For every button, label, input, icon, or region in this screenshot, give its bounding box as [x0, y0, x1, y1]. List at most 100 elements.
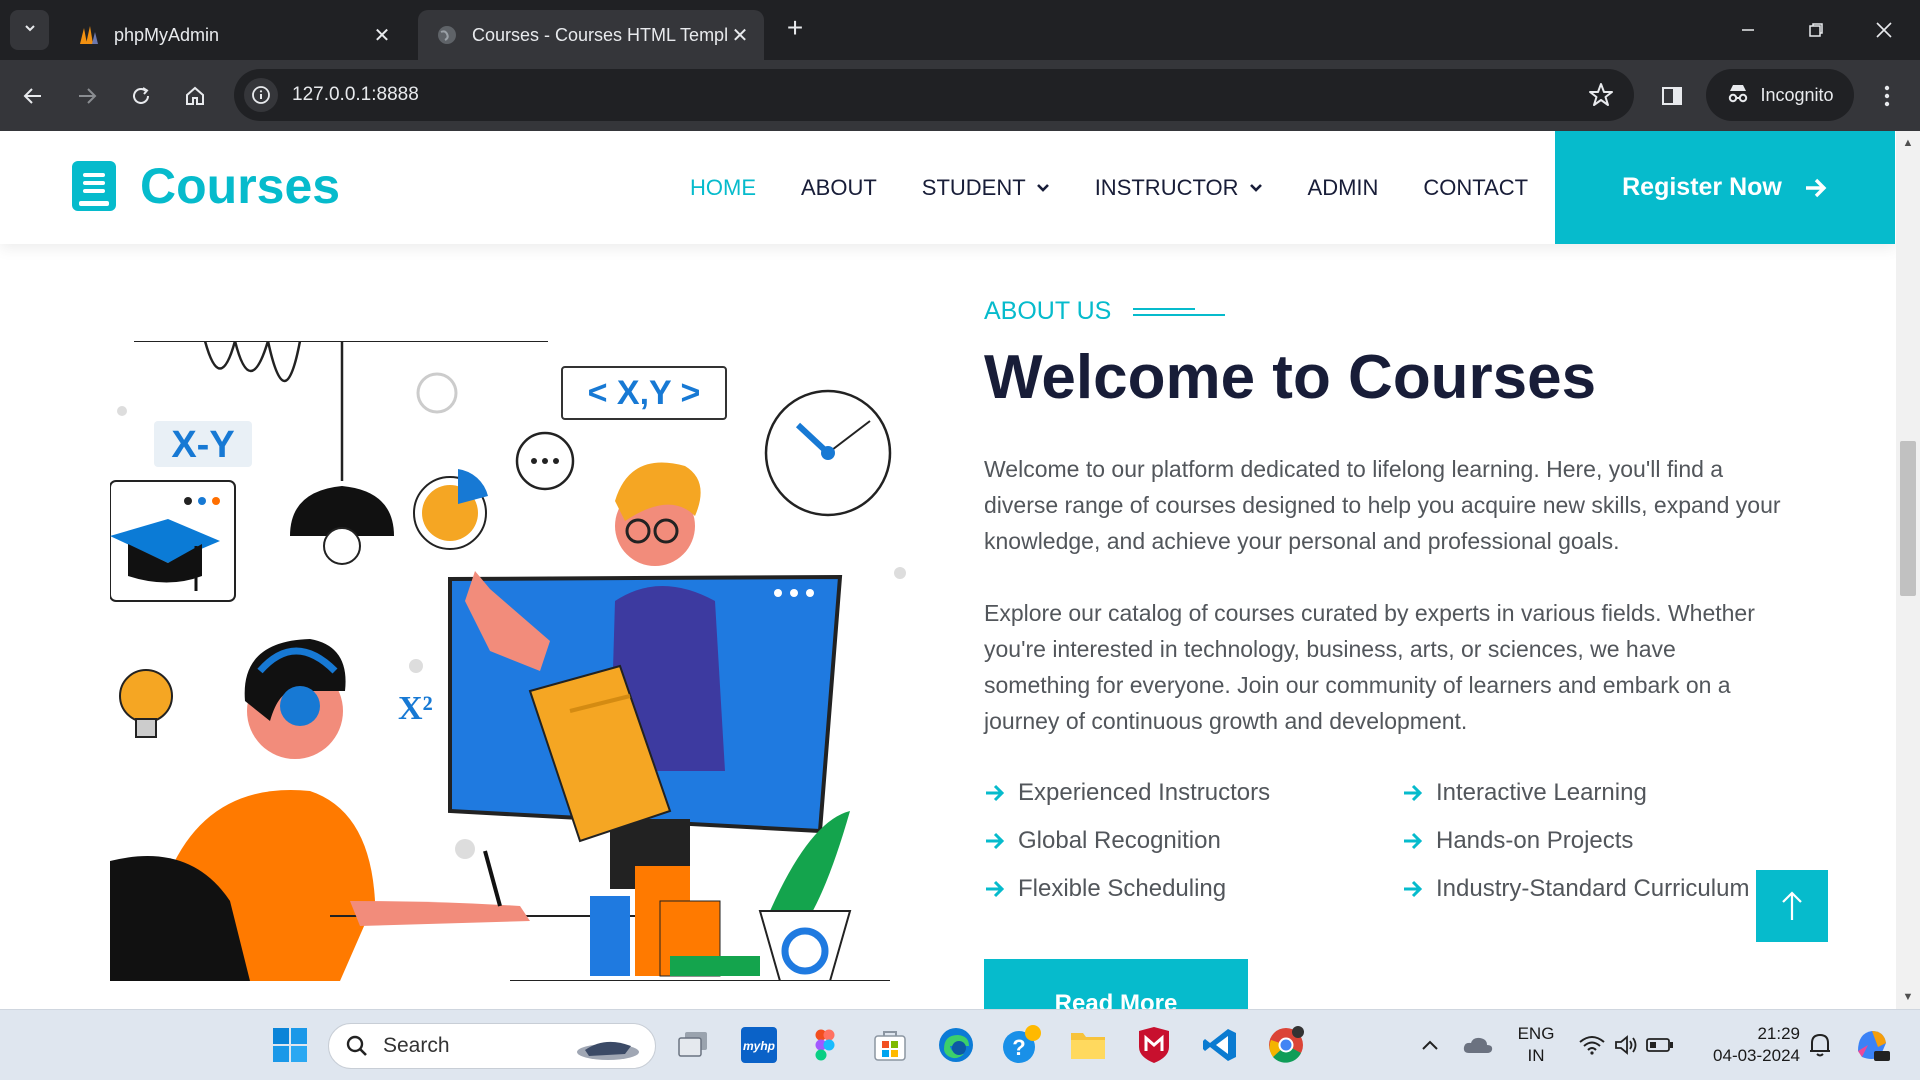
nav-student[interactable]: STUDENT	[922, 175, 1050, 201]
chevron-down-icon	[1036, 183, 1049, 192]
myhp-app-icon[interactable]: myhp	[739, 1025, 779, 1065]
page-scrollbar[interactable]: ▲ ▼	[1896, 131, 1920, 1009]
clock[interactable]: 21:29 04-03-2024	[1690, 1023, 1800, 1067]
search-icon	[346, 1035, 367, 1056]
tab-phpmyadmin[interactable]: phpMyAdmin ✕	[60, 10, 406, 60]
taskbar-search[interactable]: Search	[328, 1023, 656, 1069]
url-text[interactable]: 127.0.0.1:8888	[292, 84, 419, 106]
feature-item: Interactive Learning	[1402, 775, 1792, 811]
incognito-icon	[1726, 81, 1750, 110]
address-bar[interactable]: 127.0.0.1:8888	[234, 69, 1634, 121]
feature-label: Industry-Standard Curriculum	[1436, 875, 1750, 902]
about-eyebrow: ABOUT US	[984, 297, 1794, 326]
nav-admin-label: ADMIN	[1307, 174, 1379, 200]
feature-item: Industry-Standard Curriculum	[1402, 871, 1792, 907]
back-button[interactable]	[14, 77, 52, 115]
tab-search-button[interactable]	[10, 10, 49, 50]
notification-bell-icon[interactable]	[1800, 1025, 1840, 1065]
feature-list: Experienced Instructors Interactive Lear…	[984, 775, 1794, 907]
nav-admin[interactable]: ADMIN	[1308, 175, 1379, 201]
forward-arrow-icon	[79, 88, 97, 104]
arrow-right-icon	[984, 829, 1008, 853]
browser-menu-button[interactable]	[1868, 77, 1906, 115]
feature-label: Experienced Instructors	[1018, 779, 1271, 806]
feature-label: Flexible Scheduling	[1018, 875, 1227, 902]
scrollbar-thumb[interactable]	[1900, 441, 1916, 596]
nav-instructor-label: INSTRUCTOR	[1094, 174, 1239, 200]
nav-contact[interactable]: CONTACT	[1423, 175, 1528, 201]
about-paragraph-1: Welcome to our platform dedicated to lif…	[984, 456, 1781, 554]
close-window-button[interactable]	[1850, 0, 1918, 60]
reload-icon	[133, 87, 149, 104]
read-more-button[interactable]: Read More	[984, 959, 1248, 1009]
scroll-up-arrow-icon[interactable]: ▲	[1902, 137, 1914, 149]
copilot-icon[interactable]	[1852, 1025, 1892, 1065]
arrow-right-icon	[1402, 829, 1426, 853]
edge-browser-icon[interactable]	[936, 1025, 976, 1065]
search-highlight-icon	[577, 1041, 639, 1060]
back-to-top-button[interactable]	[1756, 870, 1828, 942]
chrome-icon[interactable]	[1266, 1025, 1306, 1065]
feature-label: Hands-on Projects	[1436, 827, 1634, 854]
incognito-indicator[interactable]: Incognito	[1706, 69, 1854, 121]
onedrive-cloud-icon[interactable]	[1458, 1025, 1498, 1065]
feature-label: Global Recognition	[1018, 827, 1221, 854]
tab-courses[interactable]: Courses - Courses HTML Templ ✕	[418, 10, 764, 60]
main-menu: HOME ABOUT STUDENT INSTRUCTOR ADMIN CONT…	[690, 131, 1573, 244]
new-tab-button[interactable]: +	[780, 14, 810, 44]
about-paragraph-2: Explore our catalog of courses curated b…	[984, 600, 1755, 734]
start-button[interactable]	[270, 1025, 310, 1065]
file-explorer-icon[interactable]	[1068, 1025, 1108, 1065]
task-view-icon[interactable]	[673, 1025, 713, 1065]
arrow-up-icon	[1782, 891, 1802, 920]
bookmark-star-icon[interactable]	[1588, 82, 1614, 113]
home-icon	[186, 86, 204, 105]
chevron-down-icon	[22, 20, 38, 41]
battery-icon[interactable]	[1640, 1025, 1680, 1065]
reload-button[interactable]	[122, 77, 160, 115]
tab-title: phpMyAdmin	[114, 24, 220, 45]
more-vertical-icon	[1884, 85, 1890, 107]
language-indicator[interactable]: ENG IN	[1508, 1023, 1564, 1067]
forward-button[interactable]	[68, 77, 106, 115]
nav-home[interactable]: HOME	[690, 175, 756, 201]
feature-item: Experienced Instructors	[984, 775, 1402, 811]
nav-student-label: STUDENT	[921, 174, 1026, 200]
mcafee-icon[interactable]	[1134, 1025, 1174, 1065]
nav-about-label: ABOUT	[801, 174, 877, 200]
microsoft-store-icon[interactable]	[870, 1025, 910, 1065]
myhp-label: myhp	[743, 1039, 775, 1053]
close-tab-icon[interactable]: ✕	[730, 23, 750, 48]
get-help-icon[interactable]: ?	[1002, 1025, 1042, 1065]
figma-icon[interactable]	[805, 1025, 845, 1065]
eyebrow-decoration	[1133, 306, 1226, 318]
register-now-button[interactable]: Register Now	[1555, 131, 1895, 244]
restore-button[interactable]	[1782, 0, 1850, 60]
arrow-right-icon	[984, 781, 1008, 805]
learning-illustration: X-Y < X,Y > X²	[110, 341, 906, 981]
nav-about[interactable]: ABOUT	[801, 175, 877, 201]
feature-item: Flexible Scheduling	[984, 871, 1402, 907]
feature-item: Hands-on Projects	[1402, 823, 1792, 859]
windows-logo-icon	[273, 1028, 307, 1062]
close-tab-icon[interactable]: ✕	[372, 23, 392, 48]
back-arrow-icon	[23, 88, 41, 104]
read-more-label: Read More	[1054, 990, 1178, 1009]
show-hidden-icons-chevron-icon[interactable]	[1410, 1025, 1450, 1065]
minimize-button[interactable]	[1714, 0, 1782, 60]
region-label: IN	[1527, 1046, 1545, 1065]
side-panel-icon	[1662, 87, 1682, 105]
vscode-icon[interactable]	[1200, 1025, 1240, 1065]
xy-tag-text: < X,Y >	[588, 374, 701, 412]
scroll-down-arrow-icon[interactable]: ▼	[1902, 991, 1914, 1003]
language-label: ENG	[1517, 1024, 1555, 1043]
nav-instructor[interactable]: INSTRUCTOR	[1095, 175, 1263, 201]
site-info-icon[interactable]	[244, 78, 278, 112]
site-brand[interactable]: Courses	[72, 157, 340, 215]
home-button[interactable]	[176, 77, 214, 115]
side-panel-button[interactable]	[1653, 77, 1691, 115]
incognito-label: Incognito	[1760, 84, 1834, 105]
chevron-down-icon	[1249, 183, 1262, 192]
about-eyebrow-text: ABOUT US	[984, 297, 1112, 325]
nav-contact-label: CONTACT	[1423, 174, 1529, 200]
